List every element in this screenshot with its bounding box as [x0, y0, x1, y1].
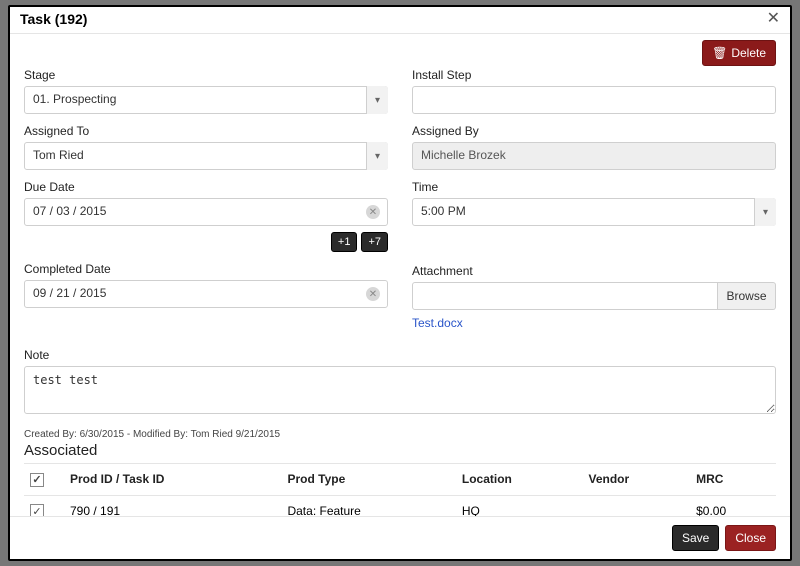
cell-prod-type: Data: Feature	[281, 495, 455, 516]
close-button[interactable]: Close	[725, 525, 776, 551]
assigned-to-select[interactable]: Tom Ried	[24, 142, 388, 170]
associated-heading: Associated	[24, 442, 776, 459]
modal-footer: Save Close	[10, 516, 790, 559]
delete-label: Delete	[731, 46, 766, 60]
col-prod-type: Prod Type	[281, 464, 455, 496]
col-location: Location	[456, 464, 583, 496]
trash-icon: 🗑	[712, 46, 727, 60]
meta-line: Created By: 6/30/2015 - Modified By: Tom…	[24, 429, 776, 440]
install-step-label: Install Step	[412, 68, 776, 82]
note-textarea[interactable]	[24, 366, 776, 414]
assigned-by-field: Michelle Brozek	[412, 142, 776, 170]
cell-location: HQ	[456, 495, 583, 516]
close-icon[interactable]: ✕	[767, 11, 780, 27]
cell-prod-task: 790 / 191	[64, 495, 281, 516]
assigned-to-label: Assigned To	[24, 124, 388, 138]
table-row: ✓ 790 / 191 Data: Feature HQ $0.00	[24, 495, 776, 516]
modal-title: Task (192)	[20, 11, 87, 27]
due-date-field[interactable]: 07 / 03 / 2015	[24, 198, 388, 226]
attachment-field[interactable]	[412, 282, 718, 310]
due-date-label: Due Date	[24, 180, 388, 194]
time-label: Time	[412, 180, 776, 194]
note-label: Note	[24, 348, 776, 362]
row-checkbox[interactable]: ✓	[30, 504, 44, 516]
modal-topbar: 🗑 Delete	[24, 40, 776, 68]
chevron-down-icon[interactable]: ▾	[754, 198, 776, 226]
install-step-field[interactable]	[412, 86, 776, 114]
stage-select[interactable]: 01. Prospecting	[24, 86, 388, 114]
clear-due-date-icon[interactable]: ✕	[366, 205, 380, 219]
assigned-by-label: Assigned By	[412, 124, 776, 138]
stage-label: Stage	[24, 68, 388, 82]
save-button[interactable]: Save	[672, 525, 719, 551]
col-vendor: Vendor	[583, 464, 691, 496]
plus-1-button[interactable]: +1	[331, 232, 358, 252]
associated-table: ✓ Prod ID / Task ID Prod Type Location V…	[24, 463, 776, 516]
completed-date-field[interactable]: 09 / 21 / 2015	[24, 280, 388, 308]
cell-mrc: $0.00	[690, 495, 776, 516]
clear-completed-date-icon[interactable]: ✕	[366, 287, 380, 301]
time-select[interactable]: 5:00 PM	[412, 198, 776, 226]
chevron-down-icon[interactable]: ▾	[366, 86, 388, 114]
table-header-row: ✓ Prod ID / Task ID Prod Type Location V…	[24, 464, 776, 496]
attachment-label: Attachment	[412, 264, 776, 278]
right-column: Install Step Assigned By Michelle Brozek…	[412, 68, 776, 342]
col-mrc: MRC	[690, 464, 776, 496]
task-modal: Task (192) ✕ 🗑 Delete Stage 01. Prospect…	[8, 5, 792, 561]
attachment-link[interactable]: Test.docx	[412, 316, 463, 330]
left-column: Stage 01. Prospecting ▾ Assigned To Tom …	[24, 68, 388, 342]
modal-header: Task (192) ✕	[10, 7, 790, 34]
completed-date-label: Completed Date	[24, 262, 388, 276]
header-checkbox[interactable]: ✓	[30, 473, 44, 487]
delete-button[interactable]: 🗑 Delete	[702, 40, 776, 66]
col-prod-task: Prod ID / Task ID	[64, 464, 281, 496]
cell-vendor	[583, 495, 691, 516]
plus-7-button[interactable]: +7	[361, 232, 388, 252]
modal-body: 🗑 Delete Stage 01. Prospecting ▾ Assigne…	[10, 34, 790, 516]
browse-button[interactable]: Browse	[718, 282, 776, 310]
chevron-down-icon[interactable]: ▾	[366, 142, 388, 170]
